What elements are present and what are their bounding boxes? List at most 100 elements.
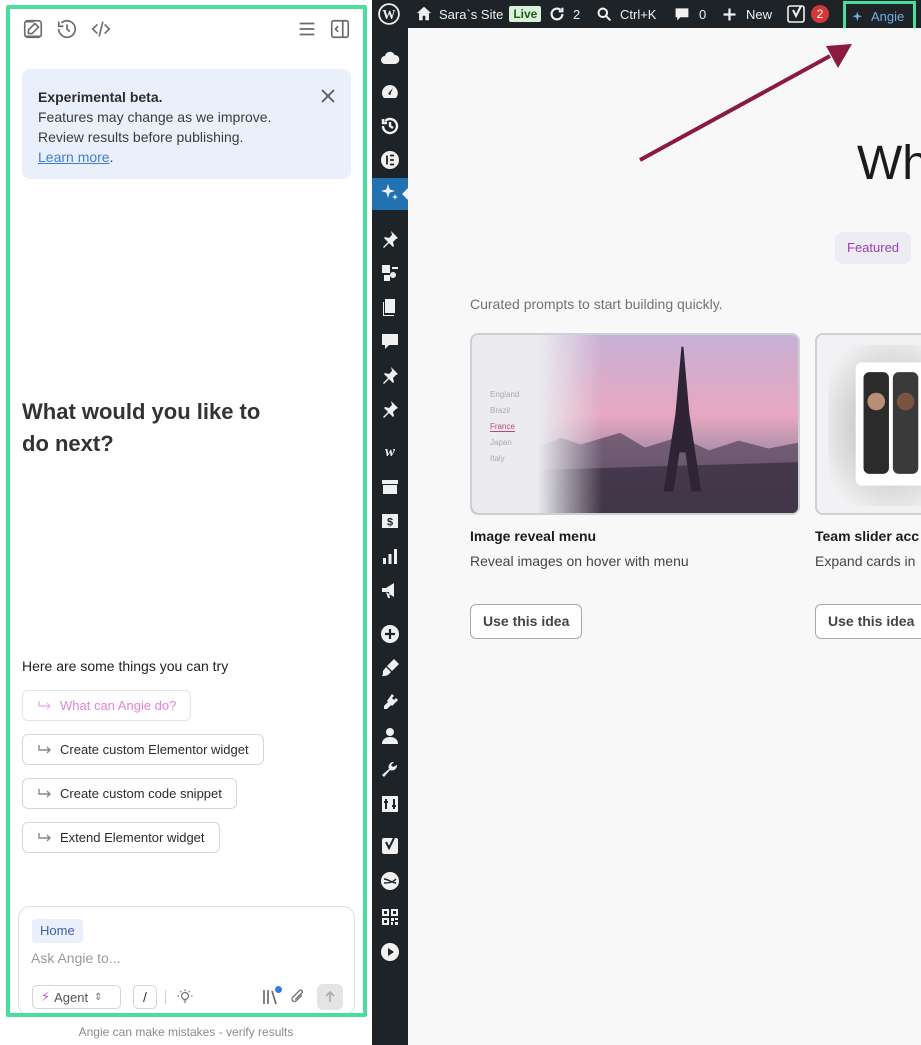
elementor-icon[interactable] bbox=[380, 150, 400, 170]
history-icon[interactable] bbox=[56, 18, 78, 40]
use-this-idea-button[interactable]: Use this idea bbox=[815, 604, 921, 639]
suggestion-label: What can Angie do? bbox=[60, 698, 177, 713]
media-icon[interactable] bbox=[380, 263, 400, 283]
card-description: Reveal images on hover with menu bbox=[470, 553, 689, 569]
comments-icon[interactable] bbox=[380, 331, 400, 351]
learn-more-link[interactable]: Learn more bbox=[38, 149, 110, 165]
yoast-item[interactable]: 2 bbox=[787, 0, 829, 28]
menu-preview-item: England bbox=[490, 390, 520, 399]
reply-arrow-icon bbox=[38, 744, 51, 753]
code-icon[interactable] bbox=[90, 18, 112, 40]
reply-arrow-icon bbox=[38, 788, 51, 797]
comments-count: 0 bbox=[699, 6, 707, 22]
angie-label: Angie bbox=[871, 9, 905, 24]
plugins-icon[interactable] bbox=[380, 692, 400, 712]
comments-item[interactable]: 0 bbox=[674, 0, 706, 28]
panel-toolbar bbox=[22, 18, 350, 40]
paris-image bbox=[472, 335, 798, 513]
suggestion-create-custom-elementor-widget[interactable]: Create custom Elementor widget bbox=[22, 734, 264, 765]
menu-preview-selected: France bbox=[490, 422, 515, 432]
team-photos-image bbox=[828, 344, 921, 507]
card-description: Expand cards in bbox=[815, 553, 916, 569]
settings-icon[interactable] bbox=[380, 794, 400, 814]
search-item[interactable]: Ctrl+K bbox=[596, 0, 656, 28]
archive-icon[interactable] bbox=[380, 477, 400, 497]
marketing-icon[interactable] bbox=[380, 580, 400, 600]
card-image-reveal-menu-preview[interactable]: England Brazil France Japan Italy bbox=[470, 333, 800, 515]
appearance-icon[interactable] bbox=[380, 658, 400, 678]
yoast-icon bbox=[787, 5, 805, 23]
svg-text:$: $ bbox=[387, 517, 393, 529]
bolt-icon: ⚡ bbox=[41, 989, 51, 1004]
pin-icon[interactable] bbox=[380, 399, 400, 419]
tab-featured[interactable]: Featured bbox=[835, 232, 912, 264]
new-content-item[interactable]: New bbox=[722, 0, 772, 28]
suggestion-what-can-angie-do[interactable]: What can Angie do? bbox=[22, 690, 192, 721]
close-icon[interactable] bbox=[319, 87, 337, 105]
next-heading: What would you like to do next? bbox=[22, 399, 261, 456]
lightbulb-icon[interactable] bbox=[176, 988, 194, 1006]
updates-count: 2 bbox=[573, 6, 581, 22]
search-icon bbox=[597, 7, 612, 21]
notification-dot bbox=[275, 986, 282, 993]
suggestion-create-custom-code-snippet[interactable]: Create custom code snippet bbox=[22, 778, 237, 809]
qr-code-icon[interactable] bbox=[380, 907, 400, 927]
beta-notice-line2: Review results before publishing. bbox=[38, 129, 244, 145]
mode-select[interactable]: ⚡ Agent ⇕ bbox=[32, 985, 121, 1009]
wordpress-logo-icon[interactable]: W bbox=[378, 0, 400, 28]
pages-icon[interactable] bbox=[380, 297, 400, 317]
updates-item[interactable]: 2 bbox=[548, 0, 580, 28]
suggestion-extend-elementor-widget[interactable]: Extend Elementor widget bbox=[22, 822, 220, 853]
learn-more-period: . bbox=[109, 149, 114, 165]
admin-bar: W Sara`s Site Live 2 Ctrl+K 0 New 2 Angi… bbox=[372, 0, 921, 32]
search-shortcut: Ctrl+K bbox=[620, 6, 657, 22]
menu-preview-item: France bbox=[490, 419, 519, 435]
svg-text:w: w bbox=[385, 444, 396, 460]
dashboard-icon[interactable] bbox=[380, 82, 400, 102]
slash-commands-button[interactable]: / bbox=[133, 985, 157, 1009]
card-title: Image reveal menu bbox=[470, 528, 597, 544]
menu-icon[interactable] bbox=[296, 18, 318, 40]
send-button[interactable] bbox=[317, 984, 343, 1010]
menu-preview-list: England Brazil France Japan Italy bbox=[490, 387, 519, 467]
menu-preview-item: Brazil bbox=[490, 406, 511, 415]
reply-arrow-icon bbox=[38, 832, 51, 841]
card-title: Team slider acc bbox=[815, 528, 920, 544]
use-this-idea-button[interactable]: Use this idea bbox=[470, 604, 583, 639]
site-name: Sara`s Site bbox=[439, 6, 504, 22]
plus-icon bbox=[723, 8, 736, 20]
suggestions-label: Here are some things you can try bbox=[22, 658, 229, 674]
plus-circle-icon[interactable] bbox=[380, 624, 400, 644]
divider bbox=[165, 990, 166, 1004]
users-icon[interactable] bbox=[380, 726, 400, 746]
collapse-panel-icon[interactable] bbox=[329, 18, 351, 40]
pin-icon[interactable] bbox=[380, 229, 400, 249]
wordfence-icon[interactable] bbox=[380, 871, 400, 891]
comment-icon bbox=[675, 8, 689, 21]
payments-icon[interactable]: $ bbox=[380, 511, 400, 531]
analytics-icon[interactable] bbox=[380, 546, 400, 566]
sparkle-icon bbox=[852, 10, 863, 21]
context-chip[interactable]: Home bbox=[32, 919, 83, 943]
suggestion-label: Create custom code snippet bbox=[60, 786, 222, 801]
tools-icon[interactable] bbox=[380, 760, 400, 780]
yoast-badge: 2 bbox=[811, 5, 829, 23]
suggestion-label: Extend Elementor widget bbox=[60, 830, 205, 845]
paperclip-icon[interactable] bbox=[289, 987, 307, 1007]
history-icon[interactable] bbox=[380, 116, 400, 136]
admin-sidebar: w $ bbox=[372, 28, 408, 1045]
cloud-icon[interactable] bbox=[380, 48, 400, 68]
site-menu[interactable]: Sara`s Site Live bbox=[415, 0, 542, 28]
chevron-updown-icon: ⇕ bbox=[94, 991, 103, 1003]
home-icon bbox=[416, 6, 432, 21]
new-chat-icon[interactable] bbox=[22, 18, 44, 40]
woocommerce-icon[interactable]: w bbox=[380, 441, 400, 461]
yoast-icon[interactable] bbox=[380, 836, 400, 856]
menu-preview-item: Japan bbox=[490, 438, 512, 447]
angie-sparkle-icon[interactable] bbox=[380, 182, 400, 202]
ask-angie-input[interactable] bbox=[31, 947, 331, 969]
card-team-slider-preview[interactable] bbox=[815, 333, 921, 515]
play-icon[interactable] bbox=[380, 942, 400, 962]
live-badge: Live bbox=[509, 6, 542, 22]
pin-icon[interactable] bbox=[380, 365, 400, 385]
